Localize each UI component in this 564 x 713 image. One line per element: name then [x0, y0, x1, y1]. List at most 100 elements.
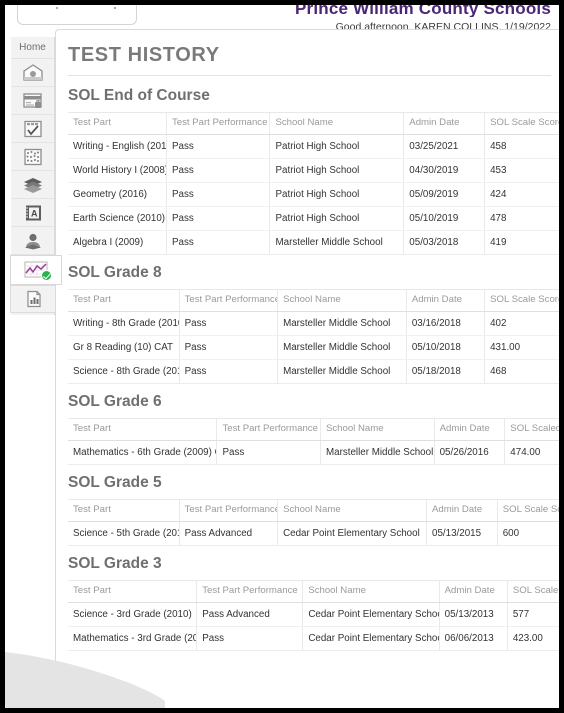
- table-cell: Mathematics - 6th Grade (2009) CAT: [68, 440, 217, 465]
- table-cell: Geometry (2016): [68, 182, 167, 207]
- column-header[interactable]: Admin Date: [426, 499, 498, 522]
- table-cell: 06/06/2013: [438, 626, 508, 651]
- table-cell: 424: [484, 182, 559, 207]
- table-cell: Patriot High School: [269, 158, 404, 183]
- table-cell: 05/13/2013: [438, 602, 508, 627]
- table-row: Writing - English (2010) Pass Patriot High…: [68, 134, 559, 159]
- sidebar-item-card-lock[interactable]: [11, 87, 54, 115]
- table-cell: Marsteller Middle School: [277, 335, 407, 360]
- table-cell: Marsteller Middle School: [277, 359, 407, 384]
- district-title: Prince William County Schools: [295, 1, 551, 17]
- main-content: TEST HISTORY SOL End of Course Test Part T…: [55, 29, 559, 708]
- table-cell: Patriot High School: [269, 206, 404, 231]
- column-header[interactable]: Test Part Performance: [178, 499, 278, 522]
- column-header[interactable]: SOL Scale Scor: [496, 499, 559, 522]
- table-header-row: Test Part Test Part Performance School Nam…: [68, 112, 559, 135]
- sidebar-item-line-chart[interactable]: [10, 255, 62, 285]
- sections-container: SOL End of Course Test Part Test Part Perf…: [66, 87, 559, 651]
- table-cell: 600: [496, 521, 559, 546]
- column-header[interactable]: Test Part: [68, 580, 197, 603]
- table-cell: 05/09/2019: [403, 182, 485, 207]
- table-cell: Pass: [216, 440, 321, 465]
- sidebar-item-bar-chart-document[interactable]: [10, 285, 58, 313]
- table-cell: 05/13/2015: [426, 521, 498, 546]
- column-header[interactable]: SOL Scale Score: [484, 112, 559, 135]
- table-header-row: Test Part Test Part Performance School Nam…: [68, 289, 559, 312]
- table-cell: Pass: [178, 359, 278, 384]
- sidebar-item-grades-notebook[interactable]: A: [11, 199, 54, 227]
- card-lock-icon: [22, 92, 44, 110]
- sidebar-item-home-envelope[interactable]: [11, 59, 54, 87]
- table-cell: Marsteller Middle School: [319, 440, 435, 465]
- sidebar-item-student[interactable]: [11, 227, 54, 255]
- column-header[interactable]: SOL Scale: [506, 580, 559, 603]
- column-header[interactable]: Admin Date: [438, 580, 508, 603]
- table-cell: Writing - 8th Grade (2010): [68, 311, 180, 336]
- table-cell: Cedar Point Elementary School: [302, 626, 440, 651]
- chrome-tick-left: [56, 7, 58, 9]
- table-cell: 03/16/2018: [405, 311, 485, 336]
- svg-text:A: A: [31, 208, 38, 218]
- table-cell: Science - 5th Grade (2010): [68, 521, 180, 546]
- section-title: SOL Grade 3: [68, 555, 162, 572]
- table-cell: 05/10/2019: [403, 206, 485, 231]
- table-row: Mathematics - 6th Grade (2009) CATPassMa…: [68, 440, 559, 465]
- section-title: SOL End of Course: [68, 87, 210, 104]
- column-header[interactable]: SOL Scale Score: [484, 289, 559, 312]
- table-cell: Mathematics - 3rd Grade (2009): [68, 626, 197, 651]
- table-cell: 04/30/2019: [403, 158, 485, 183]
- column-header[interactable]: School Name: [277, 499, 427, 522]
- test-history-table: Test Part Test Part Performance School Nam…: [68, 580, 559, 651]
- column-header[interactable]: School Name: [302, 580, 440, 603]
- table-row: Algebra I (2009) Pass Marsteller Middle Sc…: [68, 230, 559, 255]
- table-cell: Writing - English (2010): [68, 134, 167, 159]
- table-cell: Science - 8th Grade (2010): [68, 359, 180, 384]
- column-header[interactable]: Test Part: [68, 112, 167, 135]
- sidebar-item-books[interactable]: [11, 171, 54, 199]
- column-header[interactable]: Admin Date: [403, 112, 485, 135]
- column-header[interactable]: School Name: [319, 418, 435, 441]
- column-header[interactable]: Admin Date: [433, 418, 505, 441]
- table-cell: 402: [484, 311, 559, 336]
- table-cell: Cedar Point Elementary School: [302, 602, 440, 627]
- books-stack-icon: [22, 176, 44, 194]
- table-row: World History I (2008) Pass Patriot High S…: [68, 158, 559, 183]
- table-cell: Science - 3rd Grade (2010): [68, 602, 197, 627]
- column-header[interactable]: Test Part Performance: [196, 580, 303, 603]
- table-cell: Pass: [178, 311, 278, 336]
- column-header[interactable]: Test Part Performance: [178, 289, 278, 312]
- column-header[interactable]: Admin Date: [405, 289, 485, 312]
- table-cell: 03/25/2021: [403, 134, 485, 159]
- table-row: Science - 5th Grade (2010)Pass AdvancedC…: [68, 521, 559, 546]
- table-cell: 474.00: [504, 440, 559, 465]
- sidebar-home-label[interactable]: Home: [11, 37, 54, 59]
- table-cell: Pass: [165, 182, 270, 207]
- column-header[interactable]: SOL Scaled: [504, 418, 559, 441]
- checklist-clipboard-icon: [22, 120, 44, 138]
- bar-chart-document-icon: [24, 290, 44, 308]
- top-chrome-partial-box: [17, 5, 137, 25]
- table-cell: 458: [484, 134, 559, 159]
- student-person-icon: [22, 232, 44, 250]
- column-header[interactable]: Test Part Performance: [216, 418, 321, 441]
- column-header[interactable]: Test Part: [68, 289, 180, 312]
- column-header[interactable]: Test Part: [68, 418, 217, 441]
- table-cell: Cedar Point Elementary School: [277, 521, 427, 546]
- table-cell: Pass: [196, 626, 303, 651]
- column-header[interactable]: Test Part: [68, 499, 180, 522]
- column-header[interactable]: School Name: [269, 112, 404, 135]
- table-cell: 05/03/2018: [403, 230, 485, 255]
- sidebar-item-dot-grid[interactable]: [11, 143, 54, 171]
- column-header[interactable]: School Name: [277, 289, 407, 312]
- column-header[interactable]: Test Part Performance: [165, 112, 270, 135]
- sidebar: Home A: [10, 37, 62, 315]
- table-cell: Pass: [178, 335, 278, 360]
- home-envelope-icon: [22, 63, 44, 82]
- table-row: Writing - 8th Grade (2010) Pass Marsteller…: [68, 311, 559, 336]
- table-row: Earth Science (2010) Pass Patriot High Sch…: [68, 206, 559, 231]
- sidebar-item-checklist[interactable]: [11, 115, 54, 143]
- table-row: Geometry (2016) Pass Patriot High School 05…: [68, 182, 559, 207]
- section-title: SOL Grade 8: [68, 264, 162, 281]
- test-history-table: Test Part Test Part Performance School Nam…: [68, 418, 559, 465]
- table-cell: Pass: [165, 230, 270, 255]
